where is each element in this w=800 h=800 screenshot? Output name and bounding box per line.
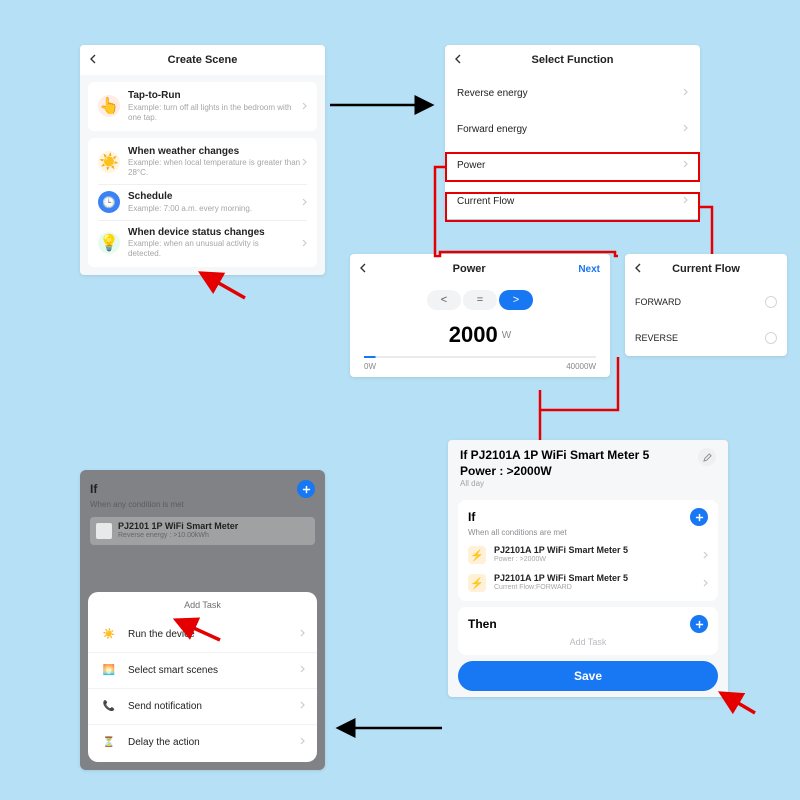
condition-row[interactable]: ⚡ PJ2101A 1P WiFi Smart Meter 5Power : >… [468, 545, 708, 565]
task-send-notification[interactable]: 📞Send notification [88, 688, 317, 724]
op-gt[interactable]: > [499, 290, 533, 310]
chevron-right-icon [302, 153, 307, 171]
add-task-sheet: Add Task ☀️Run the device 🌅Select smart … [88, 592, 317, 762]
save-button[interactable]: Save [458, 661, 718, 691]
sunset-icon: 🌅 [100, 662, 118, 680]
sun-icon: ☀️ [98, 151, 120, 173]
page-title: Create Scene [102, 54, 315, 66]
radio-icon [765, 296, 777, 308]
condition-row[interactable]: ⚡ PJ2101A 1P WiFi Smart Meter 5Current F… [468, 573, 708, 593]
then-block: Then Add Task [458, 607, 718, 655]
op-lt[interactable]: < [427, 290, 461, 310]
bolt-icon: ⚡ [468, 546, 486, 564]
tap-icon: 👆 [98, 95, 120, 117]
device-icon [96, 523, 112, 539]
fn-reverse-energy[interactable]: Reverse energy [445, 75, 700, 111]
task-delay[interactable]: ⏳Delay the action [88, 724, 317, 760]
chevron-right-icon [683, 124, 688, 135]
chevron-right-icon [300, 701, 305, 712]
chevron-right-icon [302, 193, 307, 211]
back-icon[interactable] [455, 54, 467, 67]
chevron-right-icon [300, 737, 305, 748]
fn-power[interactable]: Power [445, 147, 700, 183]
bolt-icon: ⚡ [468, 574, 486, 592]
task-select-scenes[interactable]: 🌅Select smart scenes [88, 652, 317, 688]
add-task-button[interactable] [690, 615, 708, 633]
phone-icon: 📞 [100, 698, 118, 716]
opt-forward[interactable]: FORWARD [625, 284, 787, 320]
chevron-right-icon [683, 160, 688, 171]
select-function-panel: Select Function Reverse energy Forward e… [445, 45, 700, 219]
add-condition-button[interactable] [690, 508, 708, 526]
back-icon[interactable] [360, 263, 372, 276]
fn-current-flow[interactable]: Current Flow [445, 183, 700, 219]
bulb-icon: 💡 [98, 232, 120, 254]
chevron-right-icon [683, 196, 688, 207]
back-icon[interactable] [90, 54, 102, 67]
edit-icon[interactable] [698, 448, 716, 466]
page-title: Power [372, 263, 578, 275]
op-eq[interactable]: = [463, 290, 497, 310]
fn-forward-energy[interactable]: Forward energy [445, 111, 700, 147]
option-schedule[interactable]: 🕒 ScheduleExample: 7:00 a.m. every morni… [88, 185, 317, 220]
current-flow-panel: Current Flow FORWARD REVERSE [625, 254, 787, 356]
option-weather[interactable]: ☀️ When weather changesExample: when loc… [88, 140, 317, 185]
page-title: Select Function [467, 54, 690, 66]
chevron-right-icon [703, 546, 708, 564]
back-icon[interactable] [635, 263, 647, 276]
automation-panel: If PJ2101A 1P WiFi Smart Meter 5 Power :… [448, 440, 728, 697]
power-slider[interactable] [364, 356, 596, 358]
chevron-right-icon [300, 629, 305, 640]
condition-row[interactable]: PJ2101 1P WiFi Smart MeterReverse energy… [90, 517, 315, 545]
if-block: If When all conditions are met ⚡ PJ2101A… [458, 500, 718, 601]
power-panel: Power Next < = > 2000W 0W40000W [350, 254, 610, 377]
page-title: Current Flow [647, 263, 777, 275]
add-condition-button[interactable] [297, 480, 315, 498]
flow-arrow [330, 718, 445, 738]
add-task-panel: If When any condition is met PJ2101 1P W… [80, 470, 325, 770]
radio-icon [765, 332, 777, 344]
chevron-right-icon [703, 574, 708, 592]
flow-arrow [330, 95, 440, 115]
chevron-right-icon [683, 88, 688, 99]
task-run-device[interactable]: ☀️Run the device [88, 616, 317, 652]
option-tap-to-run[interactable]: 👆 Tap-to-RunExample: turn off all lights… [88, 84, 317, 129]
chevron-right-icon [300, 665, 305, 676]
opt-reverse[interactable]: REVERSE [625, 320, 787, 356]
option-device-status[interactable]: 💡 When device status changesExample: whe… [88, 221, 317, 266]
chevron-right-icon [302, 97, 307, 115]
power-value-input[interactable]: 2000W [425, 316, 535, 354]
sun-icon: ☀️ [100, 625, 118, 643]
clock-icon: 🕒 [98, 191, 120, 213]
hourglass-icon: ⏳ [100, 734, 118, 752]
chevron-right-icon [302, 234, 307, 252]
next-button[interactable]: Next [578, 264, 600, 275]
create-scene-panel: Create Scene 👆 Tap-to-RunExample: turn o… [80, 45, 325, 275]
